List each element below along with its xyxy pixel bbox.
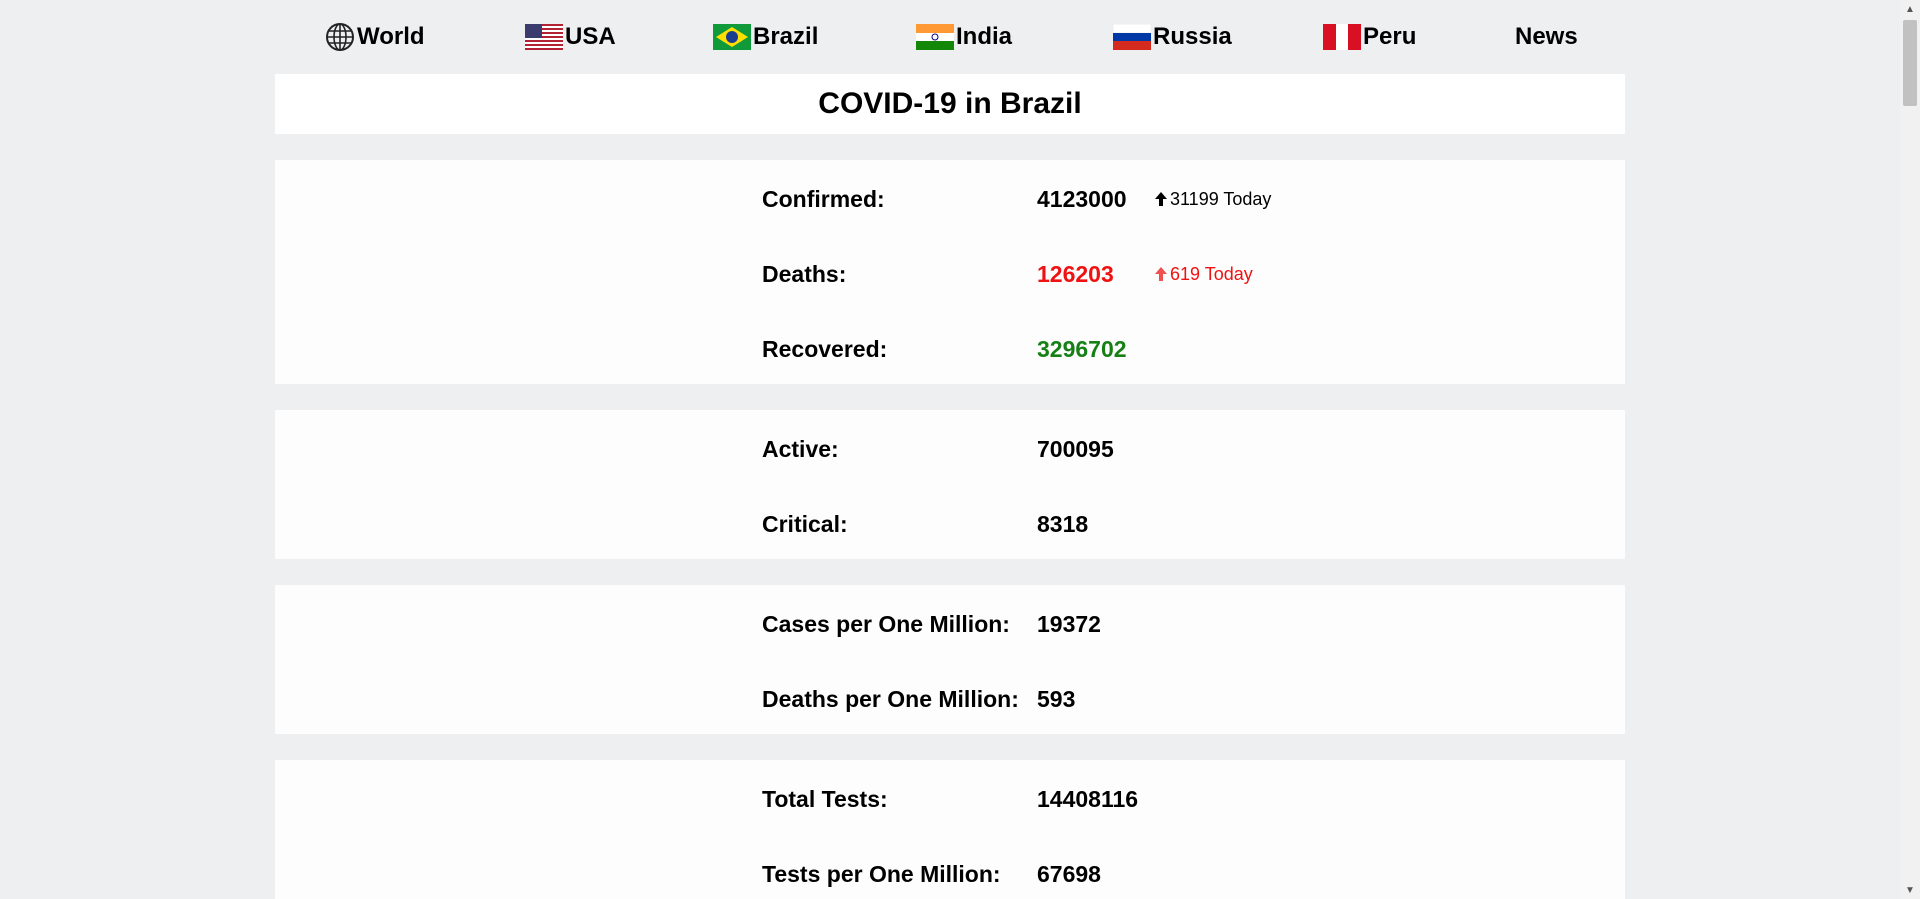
globe-icon — [325, 22, 355, 52]
confirmed-value: 4123000 — [1037, 185, 1127, 212]
scroll-up-arrow[interactable]: ▲ — [1900, 0, 1920, 18]
tests-card: Total Tests: 14408116 Tests per One Mill… — [275, 760, 1625, 899]
recovered-label: Recovered: — [762, 335, 888, 362]
active-value: 700095 — [1037, 435, 1114, 462]
confirmed-today: 31199 Today — [1155, 189, 1271, 210]
nav-news-label: News — [1515, 23, 1578, 50]
title-card: COVID-19 in Brazil — [275, 74, 1625, 134]
nav-russia-label: Russia — [1153, 23, 1232, 50]
critical-row: Critical: 8318 — [762, 504, 1155, 544]
scroll-thumb[interactable] — [1903, 20, 1917, 106]
nav-world-label: World — [357, 23, 425, 50]
scroll-down-arrow[interactable]: ▼ — [1900, 881, 1920, 899]
total-tests-row: Total Tests: 14408116 — [762, 779, 1155, 819]
peru-flag-icon — [1323, 24, 1361, 50]
nav-usa-label: USA — [565, 23, 616, 50]
usa-flag-icon — [525, 24, 563, 50]
tests-per-million-row: Tests per One Million: 67698 — [762, 854, 1155, 894]
nav-usa[interactable]: USA — [525, 20, 616, 54]
page: World USA Brazil India Russia Peru News … — [0, 0, 1920, 899]
deaths-today-label: 619 Today — [1170, 263, 1253, 284]
total-tests-value: 14408116 — [1037, 785, 1139, 812]
confirmed-label: Confirmed: — [762, 185, 885, 212]
nav-peru[interactable]: Peru — [1323, 20, 1416, 54]
country-nav: World USA Brazil India Russia Peru News — [275, 0, 1625, 74]
nav-news[interactable]: News — [1515, 20, 1578, 54]
totals-card: Confirmed: 4123000 31199 Today Deaths: 1… — [275, 160, 1625, 384]
tests-per-million-value: 67698 — [1037, 860, 1101, 887]
critical-label: Critical: — [762, 510, 848, 537]
deaths-today: 619 Today — [1155, 264, 1253, 285]
page-title: COVID-19 in Brazil — [818, 87, 1082, 120]
recovered-value: 3296702 — [1037, 335, 1127, 362]
tests-per-million-label: Tests per One Million: — [762, 860, 1001, 887]
arrow-up-icon — [1155, 192, 1167, 206]
deaths-per-million-value: 593 — [1037, 685, 1076, 712]
nav-brazil-label: Brazil — [753, 23, 819, 50]
nav-world[interactable]: World — [325, 20, 425, 54]
deaths-label: Deaths: — [762, 260, 847, 287]
vertical-scrollbar[interactable]: ▲ ▼ — [1900, 0, 1920, 899]
deaths-per-million-label: Deaths per One Million: — [762, 685, 1019, 712]
russia-flag-icon — [1113, 24, 1151, 50]
india-flag-icon — [916, 24, 954, 50]
active-label: Active: — [762, 435, 839, 462]
deaths-row: Deaths: 126203 619 Today — [762, 254, 1253, 294]
nav-india-label: India — [956, 23, 1013, 50]
confirmed-row: Confirmed: 4123000 31199 Today — [762, 179, 1271, 219]
nav-peru-label: Peru — [1363, 23, 1417, 50]
deaths-value: 126203 — [1037, 260, 1114, 287]
brazil-flag-icon — [713, 24, 751, 50]
confirmed-today-label: 31199 Today — [1170, 188, 1272, 209]
arrow-up-icon — [1155, 267, 1167, 281]
critical-value: 8318 — [1037, 510, 1089, 537]
nav-brazil[interactable]: Brazil — [713, 20, 818, 54]
total-tests-label: Total Tests: — [762, 785, 888, 812]
recovered-row: Recovered: 3296702 — [762, 329, 1155, 369]
deaths-per-million-row: Deaths per One Million: 593 — [762, 679, 1155, 719]
cases-per-million-label: Cases per One Million: — [762, 610, 1010, 637]
cases-per-million-row: Cases per One Million: 19372 — [762, 604, 1155, 644]
per-million-card: Cases per One Million: 19372 Deaths per … — [275, 585, 1625, 734]
cases-per-million-value: 19372 — [1037, 610, 1101, 637]
nav-russia[interactable]: Russia — [1113, 20, 1232, 54]
nav-india[interactable]: India — [916, 20, 1012, 54]
active-card: Active: 700095 Critical: 8318 — [275, 410, 1625, 559]
active-row: Active: 700095 — [762, 429, 1155, 469]
